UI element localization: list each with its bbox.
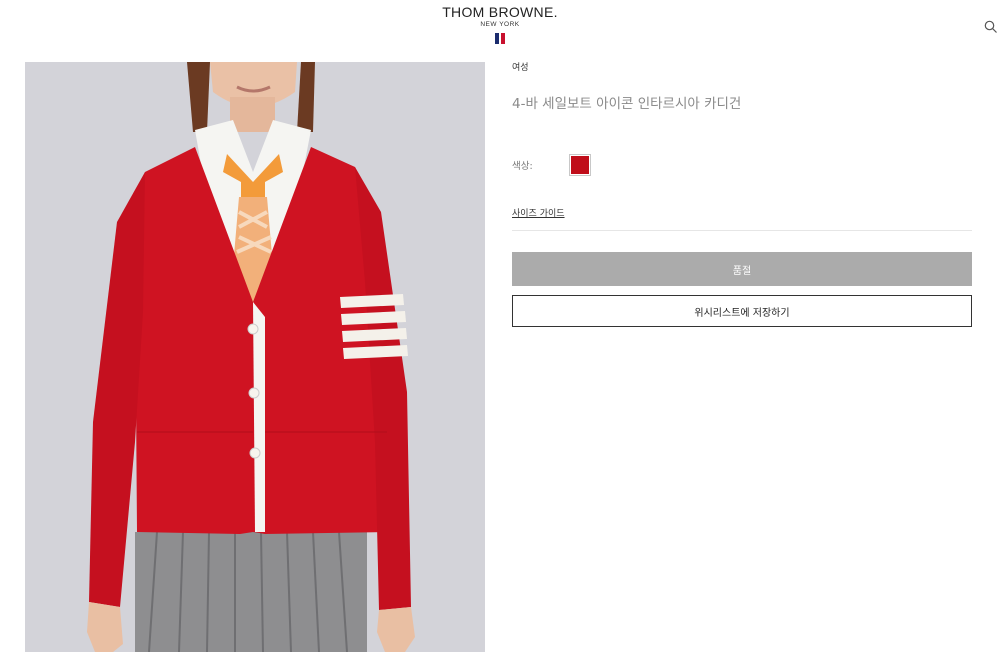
color-swatch-red[interactable] (569, 154, 591, 176)
size-guide-link[interactable]: 사이즈 가이드 (512, 206, 565, 219)
flag-stripe-red (501, 33, 505, 44)
cardigan-photo (25, 62, 485, 652)
product-title: 4-바 세일보트 아이콘 인타르시아 카디건 (512, 96, 742, 112)
color-selector: 색상: (512, 154, 591, 176)
product-image[interactable] (25, 62, 485, 652)
brand-subtitle: NEW YORK (480, 21, 520, 28)
product-details: 여성 4-바 세일보트 아이콘 인타르시아 카디건 색상: 사이즈 가이드 품절… (512, 62, 972, 327)
site-header: THOM BROWNE. NEW YORK (0, 0, 1000, 58)
color-label: 색상: (512, 161, 533, 172)
search-icon[interactable] (984, 19, 1000, 35)
flag-icon (430, 33, 570, 44)
brand-logo[interactable]: THOM BROWNE. NEW YORK (430, 4, 570, 44)
flag-stripe-blue (495, 33, 499, 44)
divider (512, 230, 972, 231)
sold-out-button[interactable]: 품절 (512, 252, 972, 286)
brand-name: THOM BROWNE. (442, 4, 558, 20)
color-swatch-fill (571, 156, 589, 174)
product-category: 여성 (512, 63, 529, 73)
add-to-wishlist-button[interactable]: 위시리스트에 저장하기 (512, 295, 972, 327)
